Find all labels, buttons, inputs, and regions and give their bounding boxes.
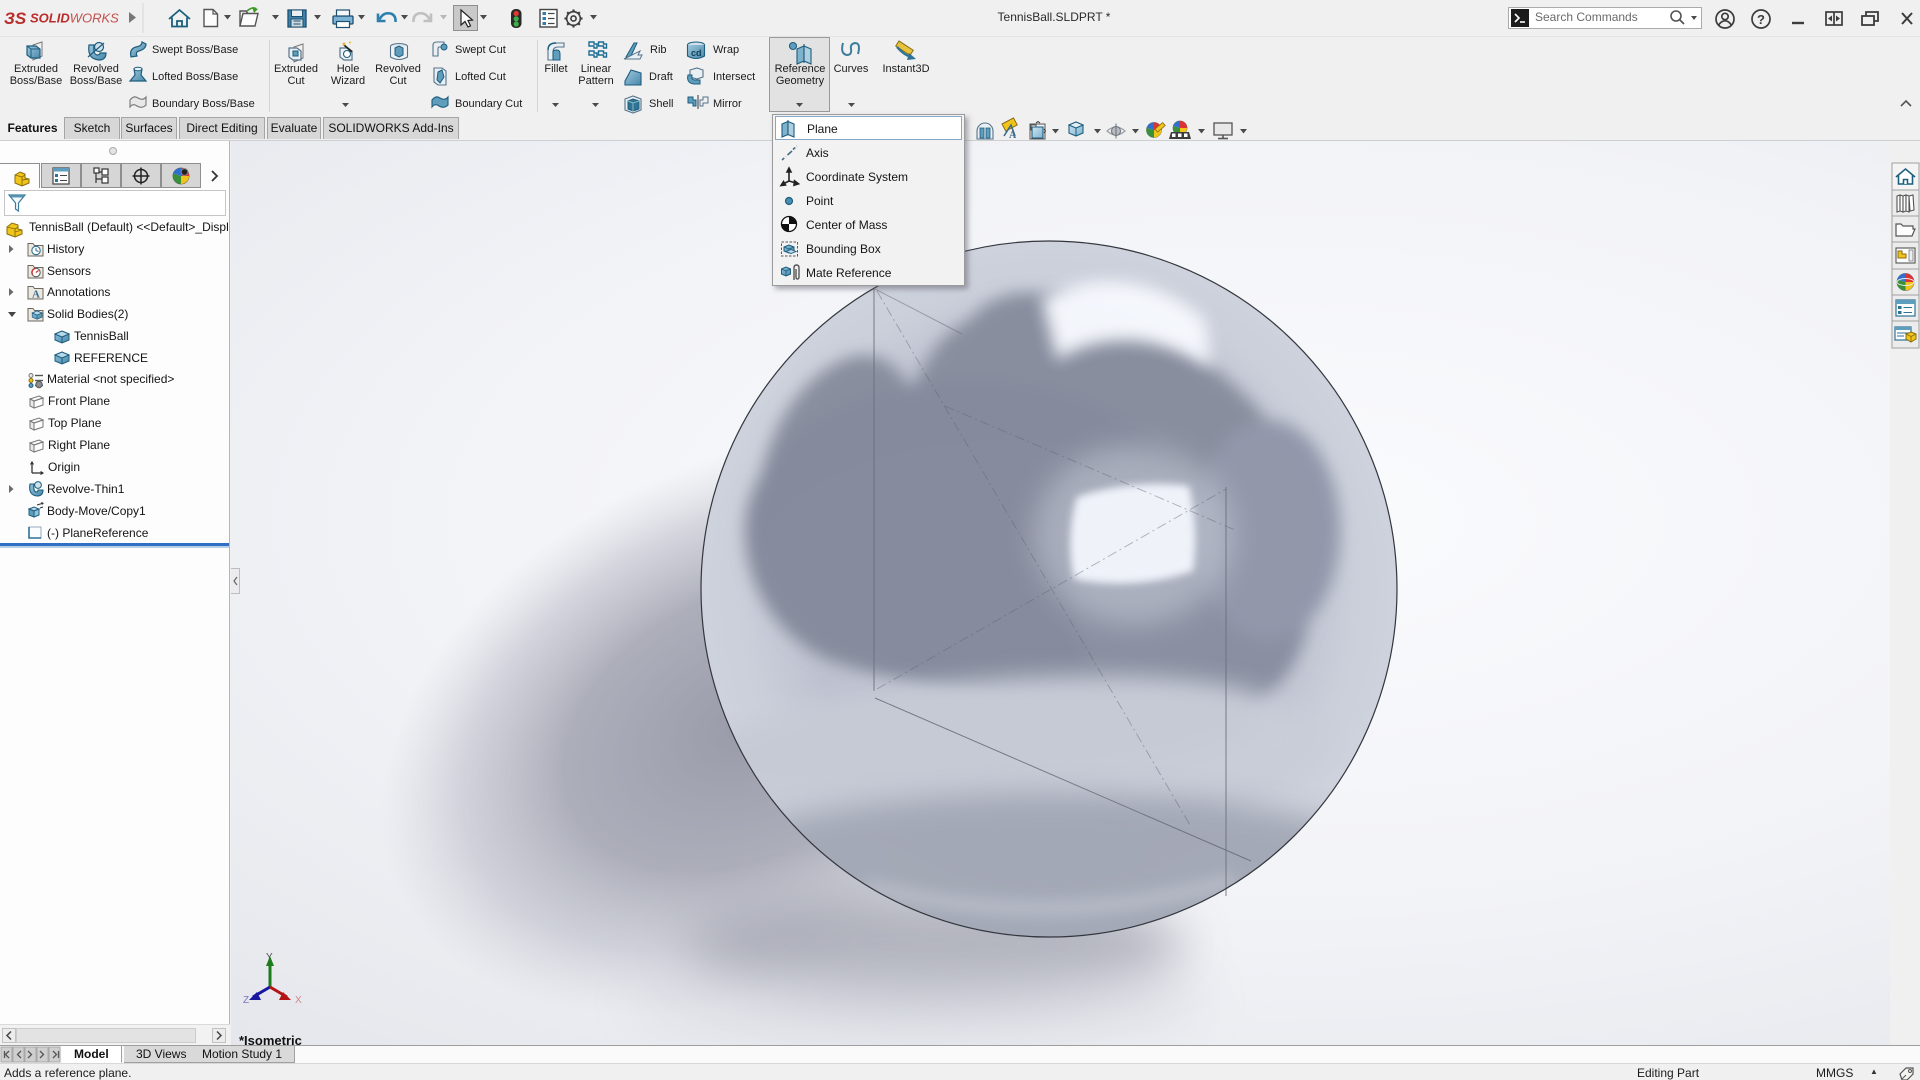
svg-text:A: A xyxy=(1009,130,1017,141)
svg-text:X: X xyxy=(295,995,302,1006)
svg-text:Y: Y xyxy=(266,952,273,963)
svg-text:SOLIDWORKS: SOLIDWORKS xyxy=(30,11,119,26)
svg-text:Z: Z xyxy=(243,995,249,1006)
svg-text:cd: cd xyxy=(691,48,702,58)
svg-text:A: A xyxy=(32,289,40,301)
svg-text:?: ? xyxy=(1757,12,1765,27)
svg-text:ЗS: ЗS xyxy=(4,9,27,28)
